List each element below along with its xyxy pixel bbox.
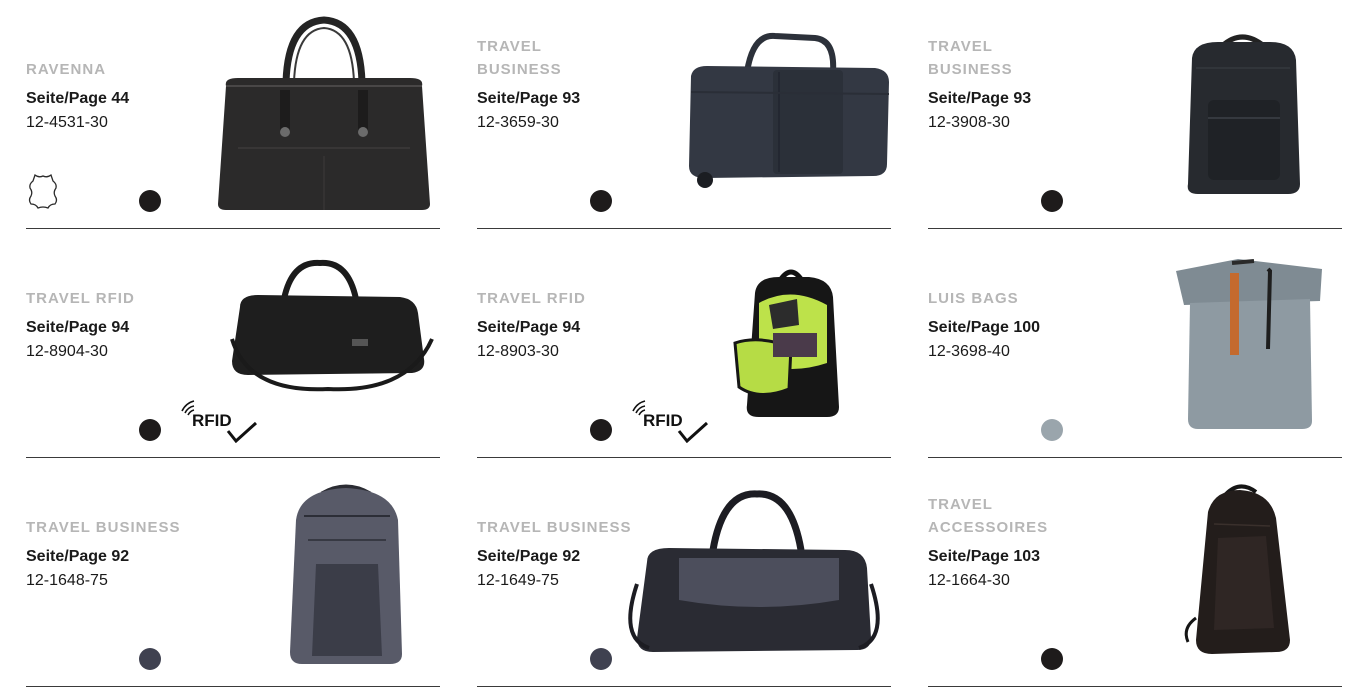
product-card-ravenna[interactable]: RAVENNA Seite/Page 44 12-4531-30 (26, 0, 440, 229)
product-card-luis-bags[interactable]: LUIS BAGS Seite/Page 100 12-3698-40 (928, 229, 1342, 458)
product-card-travel-rfid-backpack[interactable]: TRAVEL RFID Seite/Page 94 12-8903-30 RFI… (477, 229, 891, 458)
row-divider (26, 686, 440, 687)
brand-label: TRAVEL BUSINESS (26, 519, 181, 536)
page-reference: Seite/Page 100 (928, 319, 1041, 336)
article-number: 12-1649-75 (477, 572, 559, 589)
product-card-travel-business-duffel-grey[interactable]: TRAVEL BUSINESS Seite/Page 92 12-1649-75 (477, 458, 891, 687)
article-number: 12-8903-30 (477, 343, 559, 360)
leather-icon (28, 173, 58, 209)
product-image-open-backpack (733, 269, 839, 417)
svg-text:RFID: RFID (643, 411, 683, 430)
brand-label: TRAVEL ACCESSOIRES (928, 496, 1049, 536)
product-image-duffel-bag (230, 259, 434, 392)
article-number: 12-4531-30 (26, 114, 108, 131)
page-reference: Seite/Page 93 (928, 90, 1032, 107)
color-swatch (1041, 648, 1063, 670)
color-swatch (1041, 190, 1063, 212)
page-reference: Seite/Page 94 (26, 319, 130, 336)
product-image-trolley-bag (689, 32, 890, 188)
product-image-backpack (1187, 34, 1300, 194)
article-number: 12-1648-75 (26, 572, 108, 589)
rfid-protection-icon: RFID (632, 400, 709, 443)
product-image-packable-backpack (1184, 484, 1290, 654)
product-image-travel-bag (218, 16, 430, 210)
svg-text:RFID: RFID (192, 411, 232, 430)
article-number: 12-8904-30 (26, 343, 108, 360)
page-reference: Seite/Page 44 (26, 90, 130, 107)
brand-label: TRAVEL RFID (477, 290, 586, 307)
product-card-travel-business-backpack-grey[interactable]: TRAVEL BUSINESS Seite/Page 92 12-1648-75 (26, 458, 440, 687)
product-image-grey-backpack (290, 484, 402, 664)
color-swatch (139, 419, 161, 441)
brand-label: RAVENNA (26, 61, 107, 78)
article-number: 12-3698-40 (928, 343, 1010, 360)
color-swatch (590, 648, 612, 670)
brand-label: LUIS BAGS (928, 290, 1019, 307)
product-image-rolltop-backpack (1176, 259, 1322, 429)
page-reference: Seite/Page 94 (477, 319, 581, 336)
product-image-grey-duffel (628, 490, 880, 652)
product-card-travel-business-trolley[interactable]: TRAVEL BUSINESS Seite/Page 93 12-3659-30 (477, 0, 891, 229)
product-card-travel-business-backpack[interactable]: TRAVEL BUSINESS Seite/Page 93 12-3908-30 (928, 0, 1342, 229)
row-divider (928, 686, 1342, 687)
page-reference: Seite/Page 93 (477, 90, 581, 107)
brand-label: TRAVEL BUSINESS (477, 38, 562, 78)
color-swatch (139, 648, 161, 670)
product-card-travel-accessoires[interactable]: TRAVEL ACCESSOIRES Seite/Page 103 12-166… (928, 458, 1342, 687)
row-divider (477, 686, 891, 687)
article-number: 12-3659-30 (477, 114, 559, 131)
article-number: 12-1664-30 (928, 572, 1010, 589)
product-grid: RAVENNA Seite/Page 44 12-4531-30 TRAVEL … (0, 0, 1351, 697)
page-reference: Seite/Page 92 (477, 548, 581, 565)
color-swatch (590, 190, 612, 212)
article-number: 12-3908-30 (928, 114, 1010, 131)
color-swatch (590, 419, 612, 441)
page-reference: Seite/Page 92 (26, 548, 130, 565)
color-swatch (139, 190, 161, 212)
product-card-travel-rfid-duffel[interactable]: TRAVEL RFID Seite/Page 94 12-8904-30 RFI… (26, 229, 440, 458)
brand-label: TRAVEL BUSINESS (928, 38, 1013, 78)
brand-label: TRAVEL RFID (26, 290, 135, 307)
color-swatch (1041, 419, 1063, 441)
page-reference: Seite/Page 103 (928, 548, 1041, 565)
